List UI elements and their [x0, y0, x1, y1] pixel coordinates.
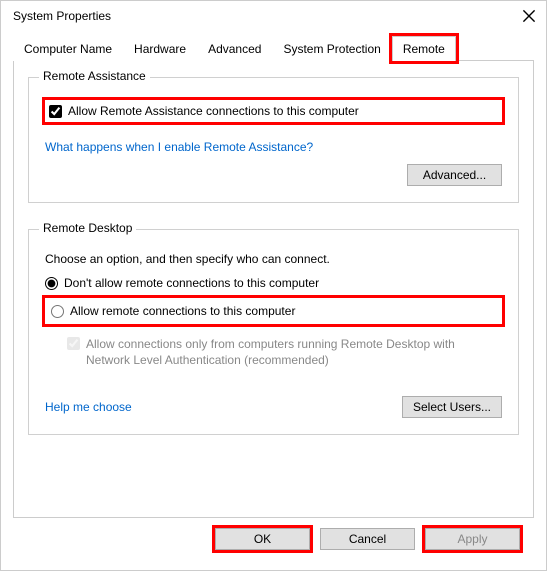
tab-panel-remote: Remote Assistance Allow Remote Assistanc…: [13, 61, 534, 518]
system-properties-dialog: System Properties Computer Name Hardware…: [0, 0, 547, 571]
row-ra-advanced: Advanced...: [45, 164, 502, 186]
button-apply[interactable]: Apply: [425, 528, 520, 550]
tab-advanced[interactable]: Advanced: [197, 36, 272, 61]
link-ra-help[interactable]: What happens when I enable Remote Assist…: [45, 140, 313, 154]
tab-strip: Computer Name Hardware Advanced System P…: [13, 35, 534, 61]
label-allow-remote-assistance: Allow Remote Assistance connections to t…: [68, 104, 359, 118]
checkbox-rd-nla: [67, 337, 80, 350]
row-rd-nla: Allow connections only from computers ru…: [67, 336, 502, 368]
checkbox-allow-remote-assistance[interactable]: [49, 105, 62, 118]
spacer: [28, 435, 519, 503]
tab-hardware[interactable]: Hardware: [123, 36, 197, 61]
tab-computer-name[interactable]: Computer Name: [13, 36, 123, 61]
tab-remote[interactable]: Remote: [392, 36, 456, 61]
tab-system-protection[interactable]: System Protection: [272, 36, 391, 61]
button-select-users[interactable]: Select Users...: [402, 396, 502, 418]
label-rd-nla: Allow connections only from computers ru…: [86, 336, 502, 368]
group-legend-remote-assistance: Remote Assistance: [39, 69, 150, 83]
close-icon[interactable]: [522, 9, 536, 23]
text-rd-instruction: Choose an option, and then specify who c…: [45, 252, 330, 266]
row-rd-allow[interactable]: Allow remote connections to this compute…: [45, 298, 502, 324]
content: Computer Name Hardware Advanced System P…: [1, 29, 546, 570]
group-remote-assistance: Remote Assistance Allow Remote Assistanc…: [28, 77, 519, 203]
group-remote-desktop: Remote Desktop Choose an option, and the…: [28, 229, 519, 435]
button-ra-advanced[interactable]: Advanced...: [407, 164, 502, 186]
link-rd-help[interactable]: Help me choose: [45, 400, 132, 414]
row-rd-bottom: Help me choose Select Users...: [45, 396, 502, 418]
row-allow-remote-assistance[interactable]: Allow Remote Assistance connections to t…: [45, 100, 502, 122]
label-rd-allow: Allow remote connections to this compute…: [70, 304, 295, 318]
row-rd-instruction: Choose an option, and then specify who c…: [45, 252, 502, 266]
row-ra-help-link: What happens when I enable Remote Assist…: [45, 140, 502, 154]
group-legend-remote-desktop: Remote Desktop: [39, 221, 136, 235]
button-ok[interactable]: OK: [215, 528, 310, 550]
button-cancel[interactable]: Cancel: [320, 528, 415, 550]
radio-rd-allow[interactable]: [51, 305, 64, 318]
radio-rd-deny[interactable]: [45, 277, 58, 290]
titlebar: System Properties: [1, 1, 546, 29]
label-rd-deny: Don't allow remote connections to this c…: [64, 276, 319, 290]
row-rd-deny[interactable]: Don't allow remote connections to this c…: [45, 276, 502, 290]
window-title: System Properties: [13, 9, 522, 23]
dialog-footer: OK Cancel Apply: [13, 518, 534, 560]
